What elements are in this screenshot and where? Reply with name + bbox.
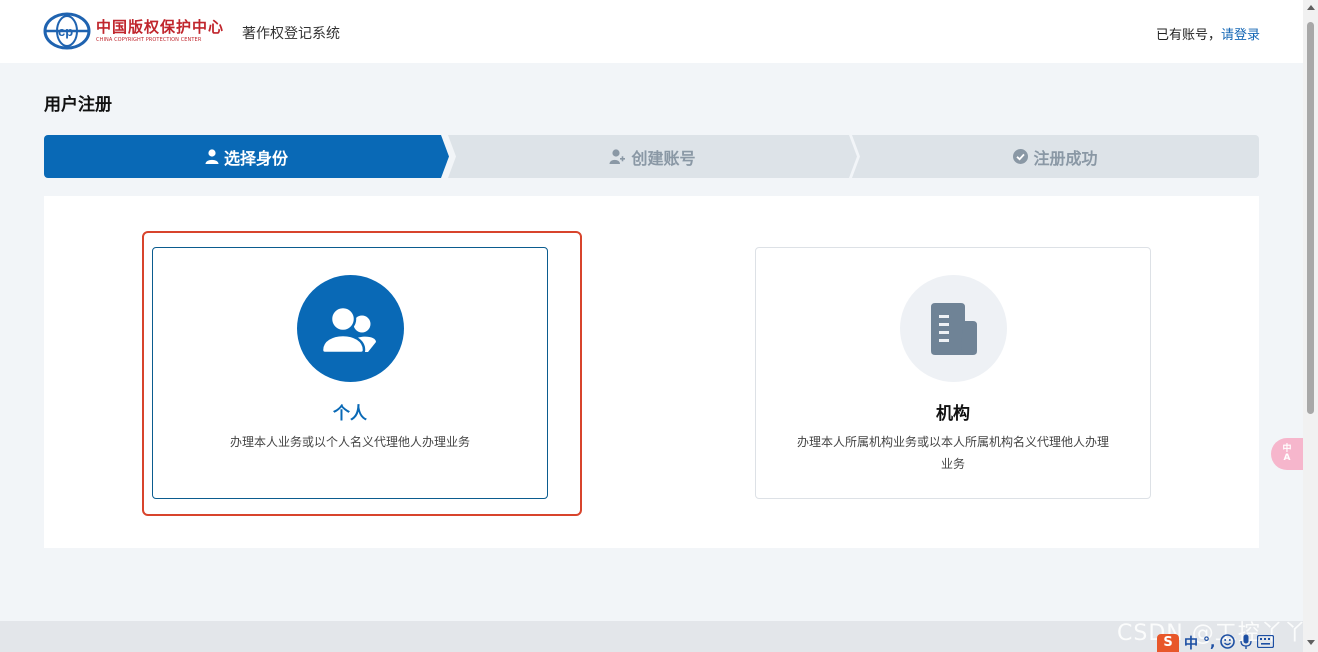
check-circle-icon <box>1013 149 1029 164</box>
logo-en-text: CHINA COPYRIGHT PROTECTION CENTER <box>96 37 202 43</box>
card-icon-circle <box>296 275 404 382</box>
step-register-success: 注册成功 <box>852 135 1259 178</box>
card-title: 机构 <box>936 404 970 424</box>
card-description: 办理本人业务或以个人名义代理他人办理业务 <box>229 435 470 449</box>
ime-toolbar: S 中 °, <box>1157 633 1275 652</box>
ime-mode-toggle[interactable]: 中 <box>1184 633 1198 652</box>
step-label: 创建账号 <box>631 148 696 168</box>
step-label: 选择身份 <box>223 148 288 168</box>
card-icon-circle <box>899 275 1007 382</box>
top-header: cp 中国版权保护中心 CHINA COPYRIGHT PROTECTION C… <box>0 0 1303 63</box>
user-icon <box>205 149 219 164</box>
step-create-account: 创建账号 <box>448 135 857 178</box>
system-title: 著作权登记系统 <box>242 26 340 42</box>
card-title: 个人 <box>333 404 367 424</box>
translate-icon: 中 A <box>1282 444 1292 463</box>
personal-identity-card[interactable]: 个人 办理本人业务或以个人名义代理他人办理业务 <box>152 247 548 499</box>
logo-cn-text: 中国版权保护中心 <box>96 18 225 36</box>
login-link[interactable]: 请登录 <box>1221 28 1260 43</box>
scroll-down-arrow-icon[interactable] <box>1307 640 1315 645</box>
login-prompt: 已有账号，请登录 <box>1156 24 1260 43</box>
cpcc-emblem-icon: cp <box>43 12 91 50</box>
step-label: 注册成功 <box>1033 148 1098 168</box>
step-choose-identity: 选择身份 <box>44 135 449 178</box>
bottom-strip <box>0 621 1303 652</box>
translate-float-button[interactable]: 中 A <box>1271 438 1303 470</box>
emoji-icon[interactable] <box>1220 633 1236 652</box>
users-icon <box>321 305 376 354</box>
svg-text:cp: cp <box>58 24 73 39</box>
user-add-icon <box>609 149 626 164</box>
ime-punct-toggle[interactable]: °, <box>1203 635 1215 651</box>
cpcc-logo[interactable]: cp 中国版权保护中心 CHINA COPYRIGHT PROTECTION C… <box>43 12 224 50</box>
scroll-up-arrow-icon[interactable] <box>1307 5 1315 10</box>
card-description: 办理本人所属机构业务或以本人所属机构名义代理他人办理业务 <box>796 435 1109 471</box>
microphone-icon[interactable] <box>1240 634 1252 652</box>
organization-identity-card[interactable]: 机构 办理本人所属机构业务或以本人所属机构名义代理他人办理业务 <box>755 247 1151 499</box>
sogou-ime-icon[interactable]: S <box>1157 634 1179 652</box>
has-account-text: 已有账号， <box>1155 28 1221 43</box>
registration-steps: 选择身份 创建账号 注册成功 <box>44 135 1259 178</box>
page-title: 用户注册 <box>44 95 112 115</box>
scroll-thumb[interactable] <box>1307 22 1314 414</box>
document-icon <box>931 302 977 355</box>
vertical-scrollbar[interactable] <box>1303 0 1318 652</box>
keyboard-icon[interactable] <box>1257 634 1275 652</box>
